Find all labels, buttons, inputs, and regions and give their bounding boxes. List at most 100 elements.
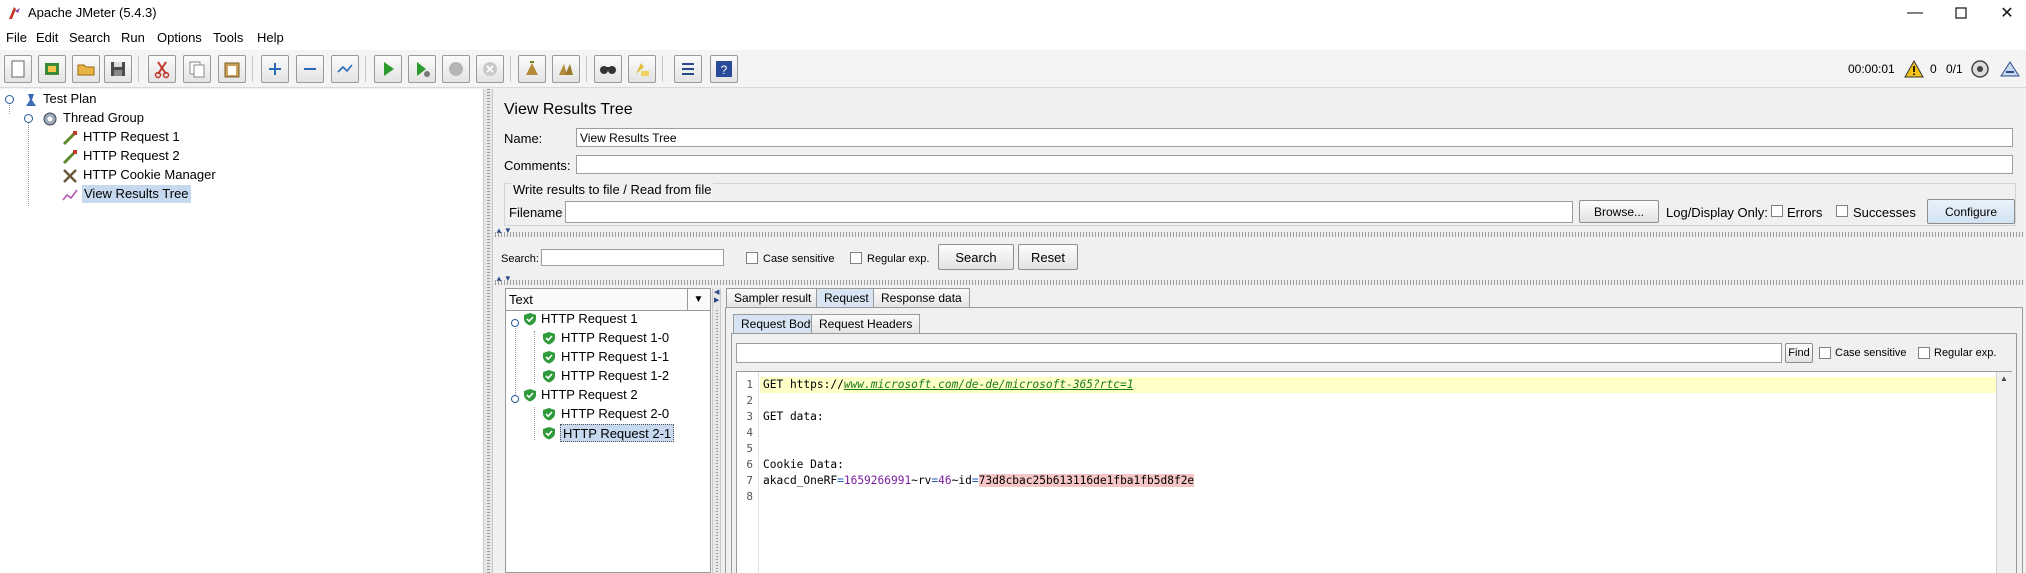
copy-icon[interactable]	[183, 55, 211, 83]
expand-toggle[interactable]	[5, 95, 14, 104]
browse-button[interactable]: Browse...	[1579, 200, 1659, 223]
find-button[interactable]: Find	[1785, 343, 1813, 363]
minimize-icon[interactable]: —	[1892, 0, 1938, 26]
toggle-icon[interactable]	[331, 55, 359, 83]
regex-checkbox[interactable]	[850, 252, 862, 264]
expand-toggle[interactable]	[24, 114, 33, 123]
scroll-up-icon[interactable]: ▲	[2000, 374, 2008, 383]
menu-options[interactable]: Options	[157, 30, 202, 45]
section-divider[interactable]	[495, 232, 2023, 237]
errors-checkbox[interactable]	[1771, 205, 1783, 217]
stop-icon[interactable]	[442, 55, 470, 83]
renderer-select[interactable]: Text ▼	[506, 289, 710, 311]
open-icon[interactable]	[72, 55, 100, 83]
tree-item-http-cookie-manager[interactable]: HTTP Cookie Manager	[83, 166, 216, 184]
cookie-key: akacd_OneRF	[763, 474, 838, 487]
menu-search[interactable]: Search	[69, 30, 110, 45]
tab-response-data[interactable]: Response data	[873, 288, 970, 307]
vertical-scrollbar[interactable]: ▲	[1996, 372, 2012, 573]
errors-label: Errors	[1787, 205, 1823, 220]
tree-item-http-request-1[interactable]: HTTP Request 1	[83, 128, 180, 146]
reset-button[interactable]: Reset	[1018, 244, 1078, 270]
new-icon[interactable]	[4, 55, 32, 83]
collapse-all-icon[interactable]	[296, 55, 324, 83]
cookie-segment: ~rv	[911, 474, 932, 487]
result-item[interactable]: HTTP Request 1-0	[561, 329, 669, 347]
log-viewer-icon[interactable]	[1998, 58, 2022, 80]
inner-split-divider[interactable]: ◀ ▶	[712, 288, 721, 573]
start-no-pauses-icon[interactable]	[408, 55, 436, 83]
comments-field[interactable]	[576, 155, 2013, 174]
line-number: 2	[746, 394, 753, 407]
request-url-link[interactable]: www.microsoft.com/de-de/microsoft-365?rt…	[844, 378, 1134, 391]
menu-tools[interactable]: Tools	[213, 30, 243, 45]
result-item[interactable]: HTTP Request 2	[541, 386, 638, 404]
result-item[interactable]: HTTP Request 1-2	[561, 367, 669, 385]
cut-icon[interactable]	[148, 55, 176, 83]
cookie-number: 46	[938, 474, 952, 487]
line-number: 6	[746, 458, 753, 471]
filename-field[interactable]	[565, 201, 1573, 223]
log-display-label: Log/Display Only:	[1666, 205, 1768, 220]
help-icon[interactable]: ?	[710, 55, 738, 83]
result-item[interactable]: HTTP Request 1-1	[561, 348, 669, 366]
function-helper-icon[interactable]	[674, 55, 702, 83]
case-sensitive-checkbox[interactable]	[746, 252, 758, 264]
tab-sampler-result[interactable]: Sampler result	[726, 288, 820, 307]
menu-edit[interactable]: Edit	[36, 30, 58, 45]
tree-item-test-plan[interactable]: Test Plan	[43, 90, 96, 108]
tab-request-headers[interactable]: Request Headers	[811, 314, 921, 333]
tree-item-http-request-2[interactable]: HTTP Request 2	[83, 147, 180, 165]
code-line-7: akacd_OneRF=1659266991~rv=46~id=73d8cbac…	[763, 473, 1195, 489]
search-icon[interactable]	[594, 55, 622, 83]
result-item-selected[interactable]: HTTP Request 2-1	[560, 424, 675, 442]
warning-icon[interactable]	[1904, 59, 1924, 79]
request-body-editor[interactable]: 1 2 3 4 5 6 7 8 GET https://www.microsof…	[736, 371, 2012, 573]
toolbar: ? 00:00:01 0 0/1	[0, 50, 2026, 88]
tab-request[interactable]: Request	[816, 288, 877, 307]
window-title: Apache JMeter (5.4.3)	[28, 5, 157, 20]
sampler-pipette-icon	[62, 149, 78, 165]
elapsed-timer: 00:00:01	[1848, 62, 1895, 76]
line-number: 3	[746, 410, 753, 423]
tree-item-view-results-tree[interactable]: View Results Tree	[82, 185, 191, 203]
cookie-id-value: 73d8cbac25b613116de1fba1fb5d8f2e	[978, 474, 1195, 487]
maximize-icon[interactable]	[1938, 0, 1984, 26]
clear-icon[interactable]	[518, 55, 546, 83]
jmeter-logo-icon	[6, 5, 22, 21]
menu-help[interactable]: Help	[257, 30, 284, 45]
templates-icon[interactable]	[38, 55, 66, 83]
successes-checkbox[interactable]	[1836, 205, 1848, 217]
result-item[interactable]: HTTP Request 1	[541, 310, 638, 328]
section-divider[interactable]	[495, 280, 2023, 285]
configure-button[interactable]: Configure	[1927, 199, 2015, 224]
search-input[interactable]	[541, 249, 724, 266]
close-icon[interactable]: ✕	[1984, 0, 2026, 26]
start-icon[interactable]	[374, 55, 402, 83]
paste-icon[interactable]	[218, 55, 246, 83]
remote-status-icon[interactable]	[1970, 59, 1990, 79]
sampler-pipette-icon	[62, 130, 78, 146]
expand-all-icon[interactable]	[261, 55, 289, 83]
renderer-value: Text	[509, 292, 533, 307]
clear-all-icon[interactable]	[552, 55, 580, 83]
shutdown-icon[interactable]	[476, 55, 504, 83]
code-line-6: Cookie Data:	[763, 458, 844, 471]
split-pane-divider[interactable]	[483, 89, 493, 573]
success-shield-icon	[542, 369, 556, 386]
split-arrows-icon[interactable]: ◀ ▶	[714, 289, 719, 305]
find-case-sensitive-checkbox[interactable]	[1819, 347, 1831, 359]
find-input[interactable]	[736, 343, 1782, 363]
tree-item-thread-group[interactable]: Thread Group	[63, 109, 144, 127]
find-regex-checkbox[interactable]	[1918, 347, 1930, 359]
thread-group-icon	[42, 111, 58, 127]
chevron-down-icon[interactable]: ▼	[687, 289, 709, 310]
toolbar-divider	[252, 56, 253, 82]
menu-run[interactable]: Run	[121, 30, 145, 45]
reset-search-icon[interactable]	[628, 55, 656, 83]
save-icon[interactable]	[104, 55, 132, 83]
search-button[interactable]: Search	[938, 244, 1014, 270]
menu-file[interactable]: File	[6, 30, 27, 45]
result-item[interactable]: HTTP Request 2-0	[561, 405, 669, 423]
name-field[interactable]	[576, 128, 2013, 147]
